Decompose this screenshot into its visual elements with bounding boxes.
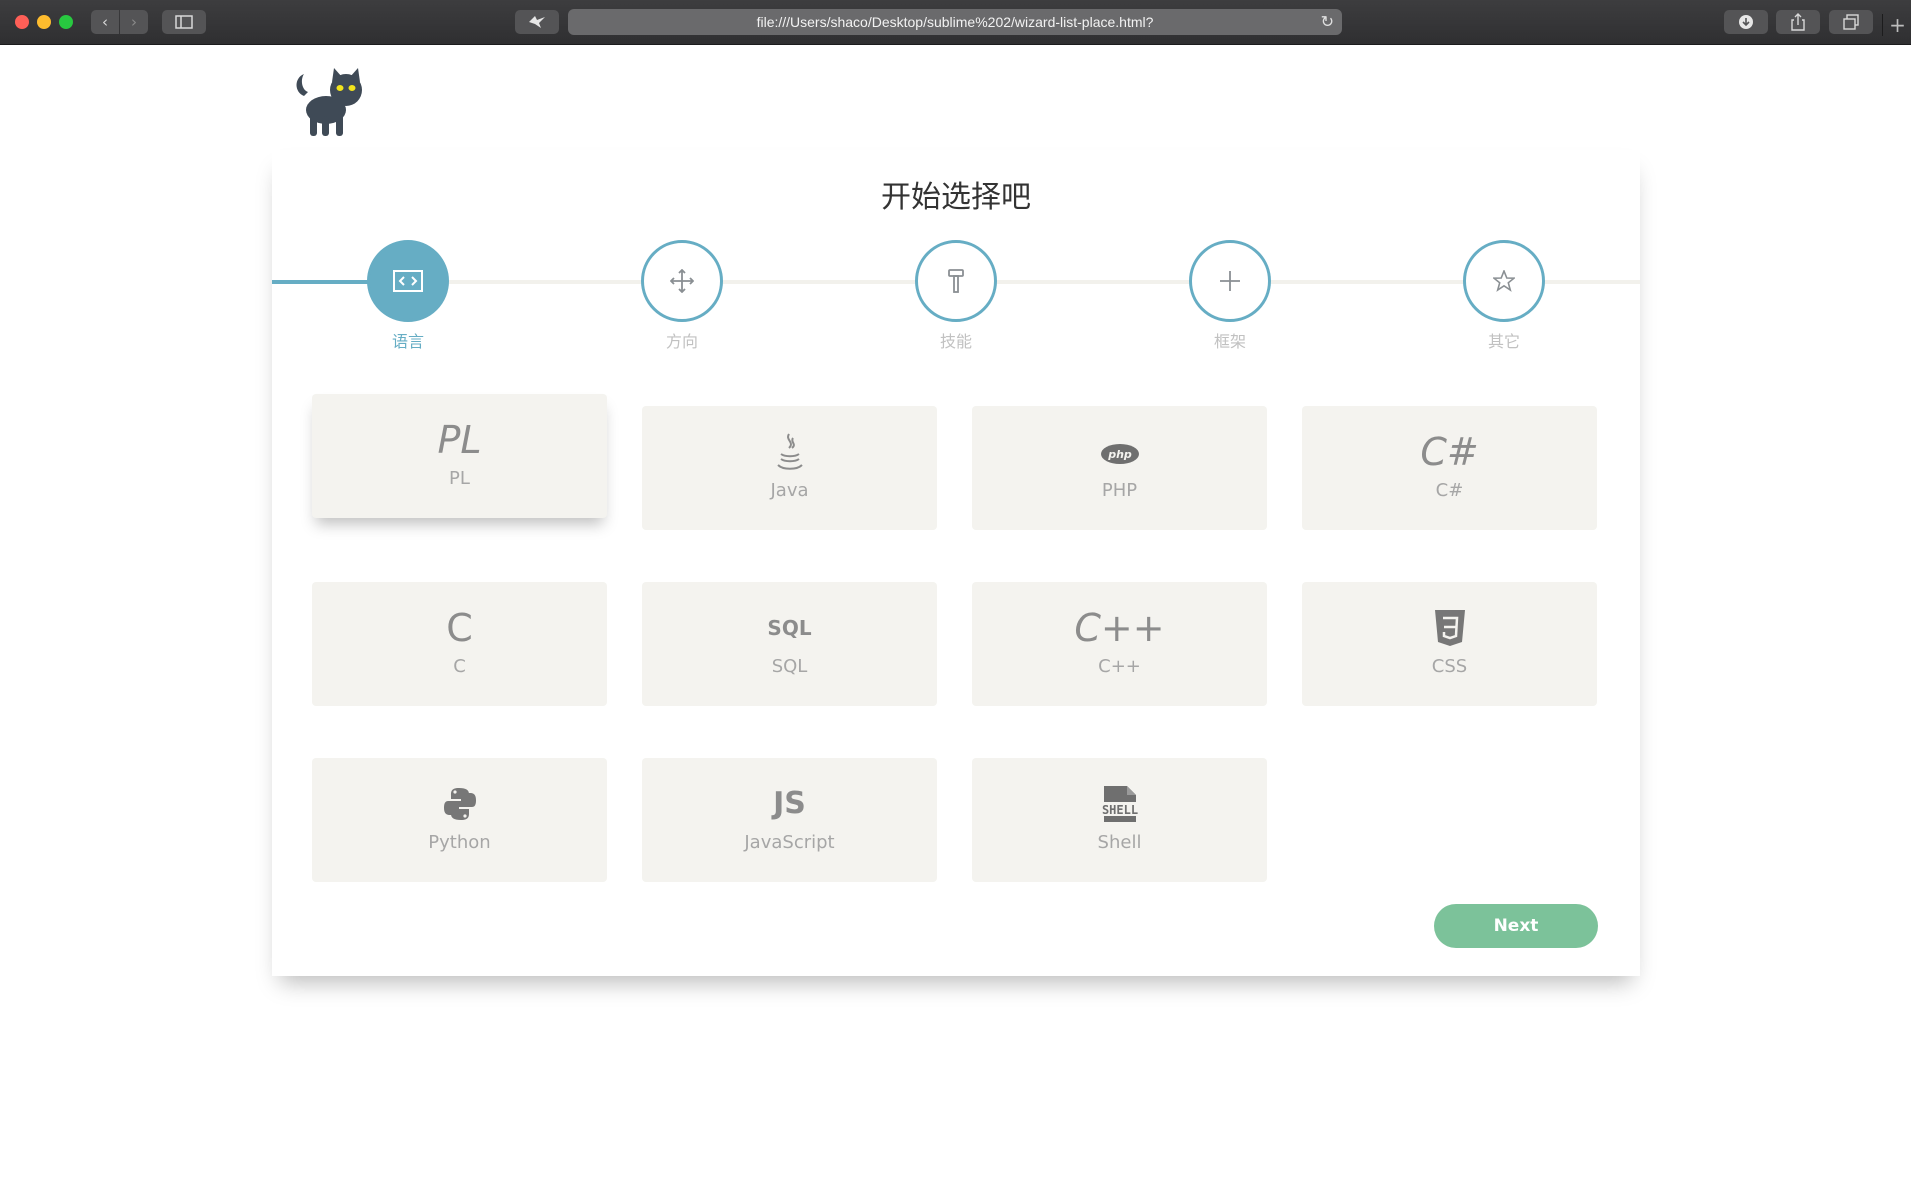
language-name: SQL [771,656,808,677]
step-circle [915,240,997,322]
step-direction[interactable]: 方向 [622,240,742,351]
php-icon: php [972,428,1267,476]
page-title: 开始选择吧 [881,180,1031,215]
chevron-left-icon: ‹ [102,13,108,31]
chevron-right-icon: › [131,13,137,31]
language-name: PHP [1101,480,1138,501]
language-name: JavaScript [744,832,835,853]
hammer-icon [948,269,964,293]
css3-icon [1302,604,1597,652]
language-name: Shell [1097,832,1142,853]
tab-overview-button[interactable] [1829,10,1873,34]
code-icon [393,270,423,292]
browser-toolbar: ‹ › file:///Users/shaco/Desktop/sublime%… [0,0,1911,45]
cplusplus-icon: C++ [1074,606,1165,650]
step-skill[interactable]: 技能 [896,240,1016,351]
c-icon: C [446,606,473,650]
language-tile-pl[interactable]: PL PL [312,394,607,518]
language-tile-php[interactable]: php PHP [972,406,1267,530]
move-icon [670,269,694,293]
language-name: C [453,656,466,677]
step-label: 框架 [1213,332,1246,351]
new-tab-button[interactable]: + [1882,14,1911,36]
address-bar[interactable]: file:///Users/shaco/Desktop/sublime%202/… [568,9,1342,35]
next-button[interactable]: Next [1434,904,1598,948]
language-tile-css[interactable]: CSS [1302,582,1597,706]
wizard-card: 开始选择吧 语言 方向 技能 框架 其它 PL PL Java php PHP … [272,150,1640,976]
language-name: CSS [1431,656,1468,677]
minimize-window-button[interactable] [37,15,51,29]
share-button[interactable] [1776,10,1820,34]
pl-icon: PL [437,418,482,462]
tabs-overview-icon [1843,14,1859,30]
language-tile-python[interactable]: Python [312,758,607,882]
language-name: PL [449,468,470,489]
java-icon [642,428,937,476]
javascript-icon: JS [773,786,806,821]
step-other[interactable]: 其它 [1444,240,1564,351]
csharp-icon: C# [1420,430,1479,474]
python-icon [312,780,607,828]
step-label: 技能 [939,332,972,351]
step-circle [367,240,449,322]
star-icon [1493,270,1515,292]
language-tile-csharp[interactable]: C# C# [1302,406,1597,530]
sidebar-icon [175,15,193,29]
shell-icon: SHELL [972,780,1267,828]
zoom-window-button[interactable] [59,15,73,29]
language-tile-sql[interactable]: SQL SQL [642,582,937,706]
step-label: 语言 [391,332,424,351]
sql-icon: SQL [767,616,812,640]
step-framework[interactable]: 框架 [1170,240,1290,351]
reload-icon[interactable]: ↻ [1321,9,1334,35]
step-circle [641,240,723,322]
step-circle [1463,240,1545,322]
language-name: C# [1435,480,1464,501]
svg-text:php: php [1107,448,1132,461]
bird-icon [529,16,545,28]
step-circle [1189,240,1271,322]
language-name: Python [428,832,491,853]
share-icon [1791,13,1805,31]
plus-icon [1220,271,1240,291]
language-name: Java [770,480,809,501]
language-tile-shell[interactable]: SHELL Shell [972,758,1267,882]
language-tile-c[interactable]: C C [312,582,607,706]
language-tile-cplusplus[interactable]: C++ C++ [972,582,1267,706]
cat-icon [296,68,362,136]
step-label: 其它 [1487,332,1520,351]
language-name: C++ [1098,656,1141,677]
close-window-button[interactable] [15,15,29,29]
bird-extension-button[interactable] [515,10,559,34]
language-tile-java[interactable]: Java [642,406,937,530]
step-label: 方向 [665,332,698,351]
download-icon [1739,15,1753,29]
forward-button[interactable]: › [120,10,148,34]
sidebar-toggle-button[interactable] [162,10,206,34]
step-language[interactable]: 语言 [348,240,468,351]
svg-text:SHELL: SHELL [1101,803,1137,817]
back-button[interactable]: ‹ [91,10,119,34]
downloads-button[interactable] [1724,10,1768,34]
plus-icon: + [1889,13,1906,37]
url-text: file:///Users/shaco/Desktop/sublime%202/… [756,14,1154,30]
language-tile-javascript[interactable]: JS JavaScript [642,758,937,882]
